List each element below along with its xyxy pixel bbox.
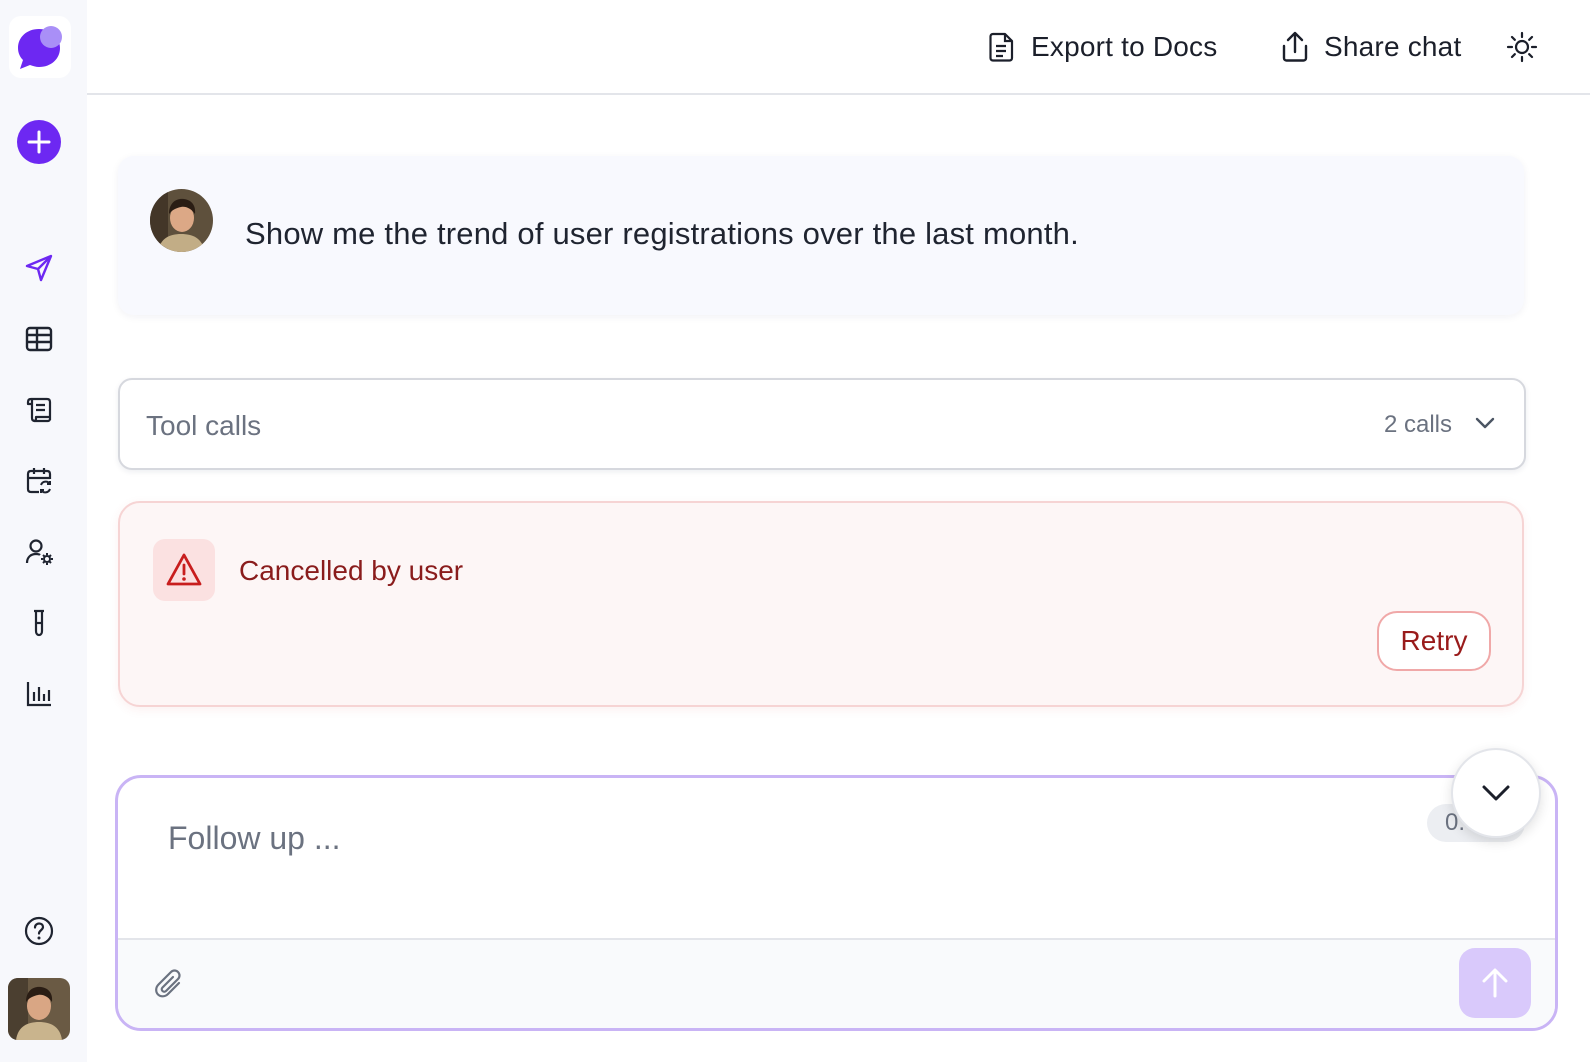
help-circle-icon — [24, 916, 54, 946]
sun-icon — [1506, 31, 1538, 63]
sidebar-item-logs[interactable] — [20, 391, 58, 429]
scroll-to-bottom-button[interactable] — [1451, 748, 1541, 838]
warning-triangle-icon — [166, 553, 202, 586]
user-settings-icon — [25, 539, 53, 565]
export-to-docs-label: Export to Docs — [1031, 31, 1218, 62]
arrow-up-icon — [1482, 968, 1508, 998]
send-button[interactable] — [1459, 948, 1531, 1018]
sidebar-user-avatar[interactable] — [8, 978, 70, 1040]
help-button[interactable] — [20, 912, 58, 950]
send-icon — [25, 254, 53, 282]
user-message-avatar — [150, 189, 213, 252]
error-text: Cancelled by user — [239, 555, 464, 586]
sidebar-item-schedules[interactable] — [20, 462, 58, 500]
chat-bubble-logo-icon — [18, 26, 62, 69]
new-chat-button[interactable] — [17, 120, 61, 164]
composer: 0. — [115, 775, 1558, 1031]
warning-badge — [153, 539, 215, 601]
attach-button[interactable] — [154, 968, 186, 1007]
follow-up-input[interactable] — [166, 812, 1370, 864]
error-message: Cancelled by user Retry — [118, 501, 1524, 707]
scroll-icon — [26, 397, 52, 423]
retry-button[interactable]: Retry — [1377, 611, 1491, 671]
tool-calls-accordion[interactable]: Tool calls 2 calls — [118, 378, 1526, 470]
calendar-refresh-icon — [26, 468, 52, 494]
paperclip-icon — [155, 969, 181, 998]
composer-footer — [118, 938, 1555, 1028]
export-to-docs-button[interactable]: Export to Docs — [987, 26, 1217, 68]
avatar-photo — [8, 978, 70, 1040]
sidebar-item-analytics[interactable] — [20, 675, 58, 713]
app-logo[interactable] — [9, 16, 71, 78]
user-message: Show me the trend of user registrations … — [118, 156, 1524, 315]
document-icon — [989, 32, 1014, 62]
bar-chart-icon — [26, 682, 51, 707]
sidebar-item-tables[interactable] — [20, 320, 58, 358]
share-icon — [1282, 31, 1308, 62]
share-chat-label: Share chat — [1324, 31, 1462, 62]
sidebar-item-chat[interactable] — [20, 249, 58, 287]
avatar-photo — [150, 189, 213, 252]
theme-toggle-button[interactable] — [1506, 26, 1552, 68]
top-bar: Export to Docs Share chat — [87, 0, 1590, 95]
chevron-down-icon — [1482, 785, 1510, 801]
sidebar-item-experiments[interactable] — [20, 604, 58, 642]
table-icon — [25, 326, 53, 352]
chevron-down-icon — [1475, 417, 1495, 429]
tool-calls-count: 2 calls — [1383, 411, 1452, 438]
user-message-text: Show me the trend of user registrations … — [245, 216, 1079, 251]
share-chat-button[interactable]: Share chat — [1280, 26, 1461, 68]
sidebar — [0, 0, 87, 1062]
test-tube-icon — [34, 609, 44, 637]
tool-calls-label: Tool calls — [146, 410, 262, 441]
sidebar-item-users[interactable] — [20, 533, 58, 571]
main-area: Export to Docs Share chat Show me the tr… — [87, 0, 1590, 1062]
plus-icon — [27, 130, 51, 154]
